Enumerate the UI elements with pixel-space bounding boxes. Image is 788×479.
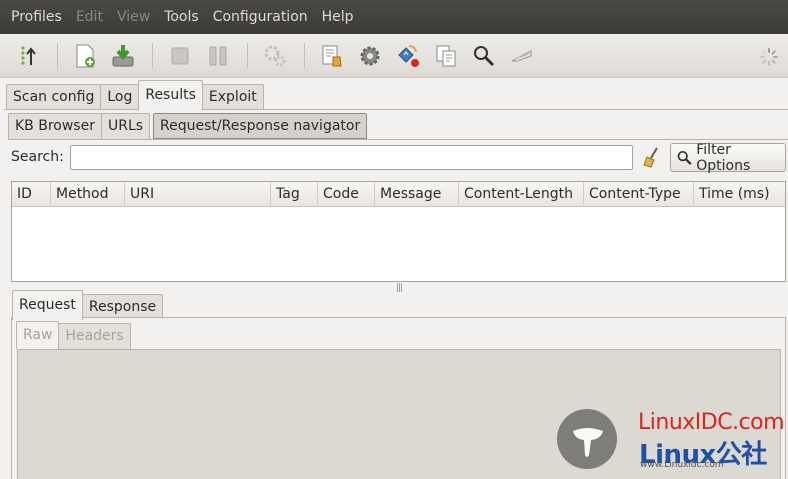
new-profile-icon xyxy=(76,44,95,67)
column-header-content-type[interactable]: Content-Type xyxy=(584,182,694,206)
main-tab-bar: Scan config Log Results Exploit xyxy=(6,80,264,110)
plugins-icon xyxy=(264,45,286,66)
pause-icon xyxy=(209,46,227,65)
column-header-uri[interactable]: URI xyxy=(125,182,271,206)
column-header-time[interactable]: Time (ms) xyxy=(694,182,785,206)
column-header-method[interactable]: Method xyxy=(51,182,125,206)
requests-table[interactable]: ID Method URI Tag Code Message Content-L… xyxy=(11,181,786,282)
toolbar-separator xyxy=(247,42,248,69)
tab-urls[interactable]: URLs xyxy=(100,113,151,139)
compare-icon xyxy=(436,45,456,66)
stop-icon xyxy=(171,47,189,64)
tab-exploit[interactable]: Exploit xyxy=(201,84,264,110)
fuzzy-request-icon xyxy=(398,44,419,67)
menu-configuration[interactable]: Configuration xyxy=(206,0,315,34)
tab-log[interactable]: Log xyxy=(100,84,140,110)
menu-view[interactable]: View xyxy=(110,0,157,34)
save-profile-icon xyxy=(112,44,134,66)
menubar: Profiles Edit View Tools Configuration H… xyxy=(0,0,788,34)
toolbar-separator xyxy=(152,42,153,69)
column-header-message[interactable]: Message xyxy=(375,182,459,206)
table-header: ID Method URI Tag Code Message Content-L… xyxy=(12,182,785,207)
proxy-icon xyxy=(511,49,532,61)
watermark-top-text: LinuxIDC.com xyxy=(638,410,785,435)
tab-raw[interactable]: Raw xyxy=(16,321,60,349)
tab-headers[interactable]: Headers xyxy=(58,323,131,349)
column-header-code[interactable]: Code xyxy=(318,182,375,206)
search-icon xyxy=(677,150,692,165)
plugins-button[interactable] xyxy=(257,38,293,74)
main-tab-divider xyxy=(4,109,788,110)
results-tab-divider xyxy=(8,139,788,140)
manual-request-button[interactable] xyxy=(314,38,350,74)
detail-tab-bar: Request Response xyxy=(12,290,164,320)
new-profile-button[interactable] xyxy=(67,38,103,74)
tab-request[interactable]: Request xyxy=(12,290,83,320)
pause-button[interactable] xyxy=(200,38,236,74)
view-tab-bar: Raw Headers xyxy=(16,321,131,349)
tab-kb-browser[interactable]: KB Browser xyxy=(8,113,102,139)
encode-icon xyxy=(474,45,495,66)
search-label: Search: xyxy=(11,149,64,165)
column-header-content-length[interactable]: Content-Length xyxy=(459,182,584,206)
tab-scan-config[interactable]: Scan config xyxy=(6,84,102,110)
toolbar-separator xyxy=(304,42,305,69)
tab-request-response-navigator[interactable]: Request/Response navigator xyxy=(153,113,368,139)
menu-help[interactable]: Help xyxy=(315,0,361,34)
save-profile-button[interactable] xyxy=(105,38,141,74)
penguin-icon xyxy=(573,428,603,457)
wizard-icon xyxy=(21,45,36,65)
settings-button[interactable] xyxy=(352,38,388,74)
manual-request-icon xyxy=(322,45,342,66)
filter-options-button[interactable]: Filter Options xyxy=(670,141,786,174)
search-input[interactable] xyxy=(70,145,633,170)
busy-spinner-icon xyxy=(760,48,778,66)
encode-button[interactable] xyxy=(466,38,502,74)
filter-options-label: Filter Options xyxy=(696,141,751,174)
column-header-tag[interactable]: Tag xyxy=(271,182,318,206)
clear-search-icon[interactable] xyxy=(640,146,662,168)
menu-profiles[interactable]: Profiles xyxy=(4,0,69,34)
compare-button[interactable] xyxy=(428,38,464,74)
wizard-button[interactable] xyxy=(10,38,46,74)
column-header-id[interactable]: ID xyxy=(12,182,51,206)
settings-icon xyxy=(360,46,380,65)
menu-edit[interactable]: Edit xyxy=(69,0,110,34)
toolbar xyxy=(0,34,788,78)
proxy-button[interactable] xyxy=(504,38,540,74)
watermark-logo xyxy=(557,409,617,469)
fuzzy-request-button[interactable] xyxy=(390,38,426,74)
tab-results[interactable]: Results xyxy=(138,80,203,110)
toolbar-separator xyxy=(57,42,58,69)
pane-resize-handle[interactable]: ||| xyxy=(396,283,403,293)
results-tab-bar: KB Browser URLs Request/Response navigat… xyxy=(8,113,368,139)
menu-tools[interactable]: Tools xyxy=(157,0,206,34)
stop-button[interactable] xyxy=(162,38,198,74)
watermark-url-text: www.Linuxidc.com xyxy=(640,460,724,470)
